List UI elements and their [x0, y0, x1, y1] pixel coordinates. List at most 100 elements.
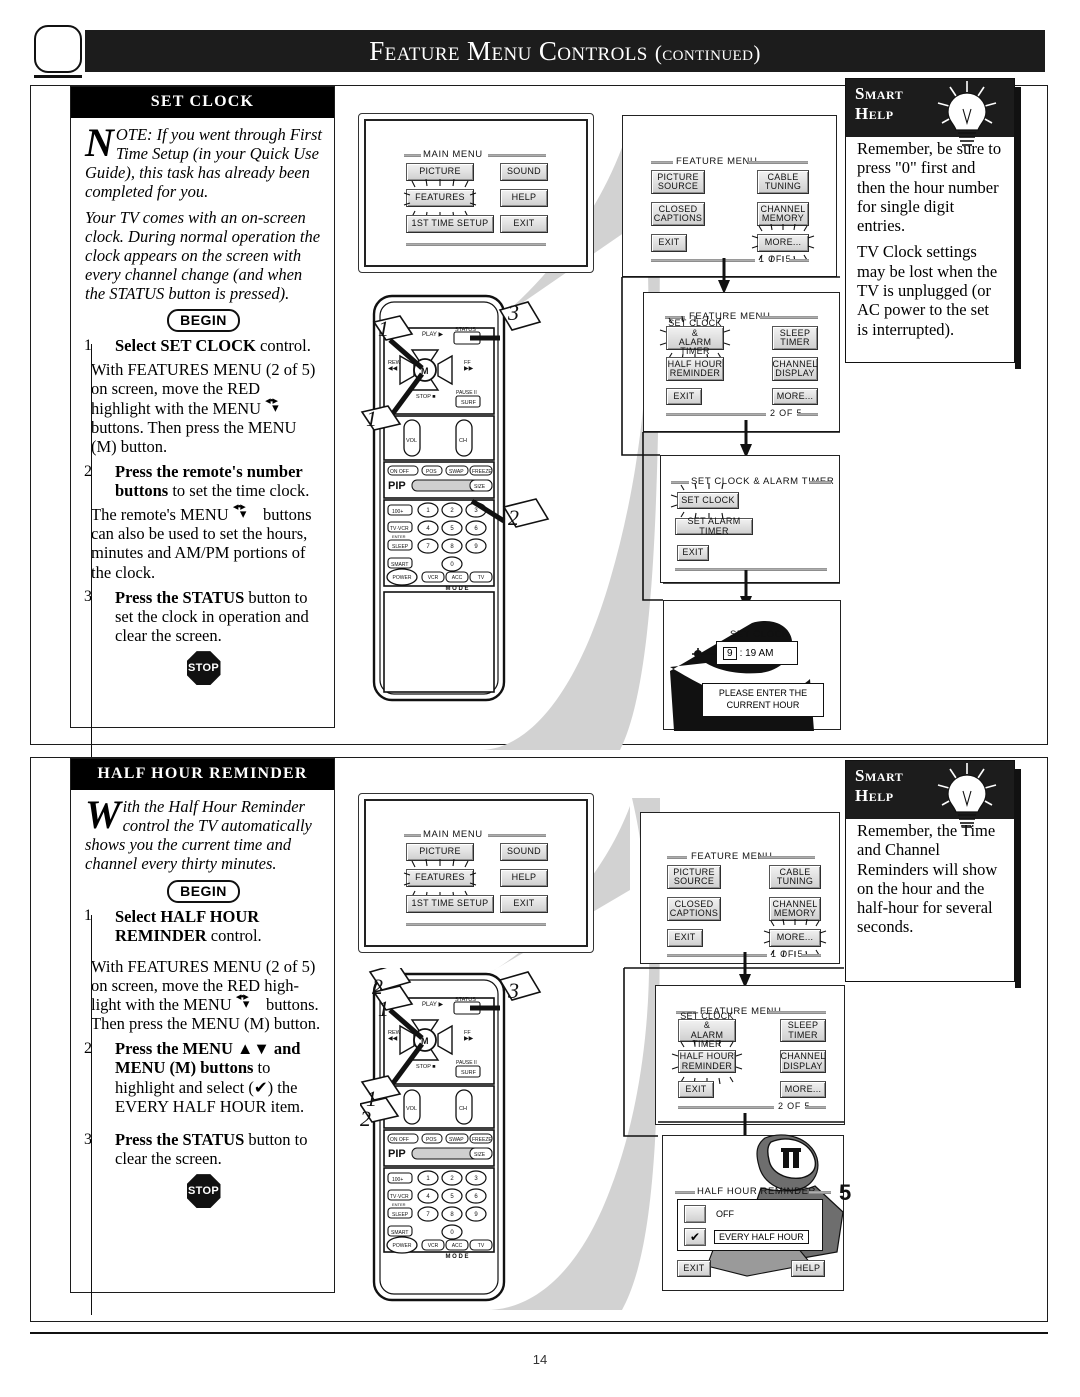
step-2-bold: Press the MENU ▲▼ and MENU (M) buttons [115, 1039, 301, 1078]
feature-button-set-clock-alarm-timer[interactable]: SET CLOCK & ALARM TIMER [678, 1011, 736, 1049]
feature-button-cable-tuning[interactable]: CABLE TUNING [769, 865, 821, 889]
set-clock-intro2: Your TV comes with an on-screen clock. D… [85, 207, 321, 304]
menu-rule-bottom-left [678, 1106, 774, 1109]
feature-button-picture-source[interactable]: PICTURE SOURCE [667, 865, 721, 889]
option-off-row[interactable]: OFF [684, 1205, 734, 1223]
feature-button-exit[interactable]: EXIT [667, 929, 703, 947]
menu-button-help[interactable]: HELP [500, 869, 548, 887]
checkbox-off[interactable] [684, 1205, 706, 1223]
menu-rule-right [809, 1191, 831, 1194]
begin-marker-wrap: BEGIN [85, 879, 322, 903]
callout-2: 2 [508, 505, 519, 530]
set-clock-intro: N OTE: If you went through First Time Set… [85, 123, 322, 202]
remote-surf-label: SURF [461, 1070, 477, 1076]
remote-sleep-label: SLEEP [392, 1212, 409, 1218]
set-clock-alarm-exit-button[interactable]: EXIT [677, 545, 709, 561]
smart-help-top-p1: Remember, be sure to press "0" first and… [857, 139, 1002, 236]
step-1-bold: Select SET CLOCK [115, 336, 256, 356]
menu-rule-right [759, 856, 815, 859]
menu-button-exit[interactable]: EXIT [500, 895, 548, 913]
menu-button-exit[interactable]: EXIT [500, 215, 548, 233]
remote-pip-size: SIZE [474, 484, 486, 490]
remote-power-label: POWER [393, 575, 412, 581]
menu-rule-bottom-left [666, 413, 766, 416]
feature-button-set-clock-alarm-timer[interactable]: SET CLOCK & ALARM TIMER [666, 318, 724, 356]
step-1-rest: control. [206, 925, 262, 945]
instructions-set-clock: SET CLOCK N OTE: If you went through Firs… [70, 86, 335, 845]
menu-button-sound[interactable]: SOUND [500, 843, 548, 861]
svg-text:▶▶: ▶▶ [464, 1036, 474, 1042]
menu-rule-right [488, 834, 546, 837]
step-1-detail: With FEATURES MENU (2 of 5) on screen, m… [85, 360, 322, 456]
clock-prompt-line2: CURRENT HOUR [726, 700, 800, 710]
feature-button-picture-source[interactable]: PICTURE SOURCE [651, 170, 705, 194]
remote-pip-onoff: ON OFF [390, 1137, 409, 1143]
step-2-detail-a: The remote's MENU [91, 505, 229, 525]
clock-hour-value[interactable]: 9 [723, 646, 737, 660]
menu-button-picture[interactable]: PICTURE [406, 843, 474, 861]
remote-status-label: STATUS [455, 327, 476, 333]
feature-button-more[interactable]: MORE... [769, 929, 821, 947]
page-title: Feature Menu Controls (continued) [369, 36, 760, 67]
feature-button-half-hour-reminder[interactable]: HALF HOUR REMINDER [678, 1050, 736, 1073]
screen-set-clock-entry: SET CLOCK 9 : 19 AM PLEASE ENTER THE CUR… [663, 600, 841, 731]
feature-button-channel-memory[interactable]: CHANNEL MEMORY [757, 202, 809, 226]
menu-button-features[interactable]: FEATURES [406, 189, 474, 207]
half-hour-help-button[interactable]: HELP [791, 1260, 825, 1277]
remote-stop-label: STOP ■ [416, 394, 436, 400]
feature-button-closed-captions[interactable]: CLOSED CAPTIONS [651, 202, 705, 226]
step-3-bold: Press the STATUS [115, 1129, 245, 1149]
half-hour-exit-button[interactable]: EXIT [677, 1260, 711, 1277]
set-clock-button[interactable]: SET CLOCK [677, 492, 739, 509]
feature-button-more[interactable]: MORE... [780, 1081, 826, 1098]
menu-button-help[interactable]: HELP [500, 189, 548, 207]
feature-button-sleep-timer[interactable]: SLEEP TIMER [772, 326, 818, 350]
begin-badge: BEGIN [167, 309, 240, 333]
feature-button-closed-captions[interactable]: CLOSED CAPTIONS [667, 897, 721, 921]
feature-menu-1b-pageno: 1 OF 5 [771, 949, 804, 959]
checkbox-every-half-hour[interactable]: ✔ [684, 1228, 706, 1246]
feature-button-exit[interactable]: EXIT [666, 388, 702, 405]
menu-rule-right [748, 161, 808, 164]
stop-marker-wrap: STOP [85, 651, 322, 686]
half-hour-screen-title: HALF HOUR REMINDER [697, 1186, 817, 1197]
remote-surf-label: SURF [461, 400, 477, 406]
main-menu-title: MAIN MENU [423, 829, 483, 840]
feature-button-exit[interactable]: EXIT [651, 234, 687, 252]
svg-text:▶▶: ▶▶ [464, 366, 474, 372]
remote-mode-tv: TV [478, 575, 485, 581]
feature-button-channel-display[interactable]: CHANNEL DISPLAY [772, 357, 818, 381]
remote-mode-tv: TV [478, 1243, 485, 1249]
corner-mark-icon [34, 25, 82, 78]
clock-time-field[interactable]: 9 : 19 AM [716, 641, 798, 665]
remote-power-label: POWER [393, 1243, 412, 1249]
menu-button-sound[interactable]: SOUND [500, 163, 548, 181]
menu-button-1st-time-setup[interactable]: 1ST TIME SETUP [406, 895, 494, 913]
begin-badge: BEGIN [167, 879, 240, 903]
menu-button-picture[interactable]: PICTURE [406, 163, 474, 181]
feature-button-more[interactable]: MORE... [757, 234, 809, 252]
menu-button-1st-time-setup[interactable]: 1ST TIME SETUP [406, 215, 494, 233]
page-header: Feature Menu Controls (continued) [0, 0, 1080, 80]
feature-button-channel-memory[interactable]: CHANNEL MEMORY [769, 897, 821, 921]
menu-rule-bottom [406, 923, 546, 926]
feature-button-sleep-timer[interactable]: SLEEP TIMER [780, 1019, 826, 1042]
remote-smart-label: SMART [391, 562, 408, 568]
feature-button-channel-display[interactable]: CHANNEL DISPLAY [780, 1050, 826, 1073]
feature-button-exit[interactable]: EXIT [678, 1081, 714, 1098]
feature-button-half-hour-reminder[interactable]: HALF HOUR REMINDER [666, 357, 724, 381]
option-every-half-hour-row[interactable]: ✔ EVERY HALF HOUR [684, 1228, 809, 1246]
smart-help-bottom-p1: Remember, the Time and Channel Reminders… [857, 821, 998, 937]
menu-rocker-icon [236, 991, 262, 1012]
remote-pip-swap: SWAP [449, 469, 464, 475]
feature-button-cable-tuning[interactable]: CABLE TUNING [757, 170, 809, 194]
remote-vol-label: VOL [406, 1106, 417, 1112]
feature-button-more[interactable]: MORE... [772, 388, 818, 405]
menu-button-features[interactable]: FEATURES [406, 869, 474, 887]
menu-rule-right [809, 481, 831, 484]
menu-rocker-icon [233, 501, 259, 522]
remote-vol-label: VOL [406, 438, 417, 444]
callout-1a: 1 [378, 316, 389, 341]
menu-rule-bottom-right [801, 954, 821, 957]
set-alarm-timer-button[interactable]: SET ALARM TIMER [675, 516, 753, 535]
